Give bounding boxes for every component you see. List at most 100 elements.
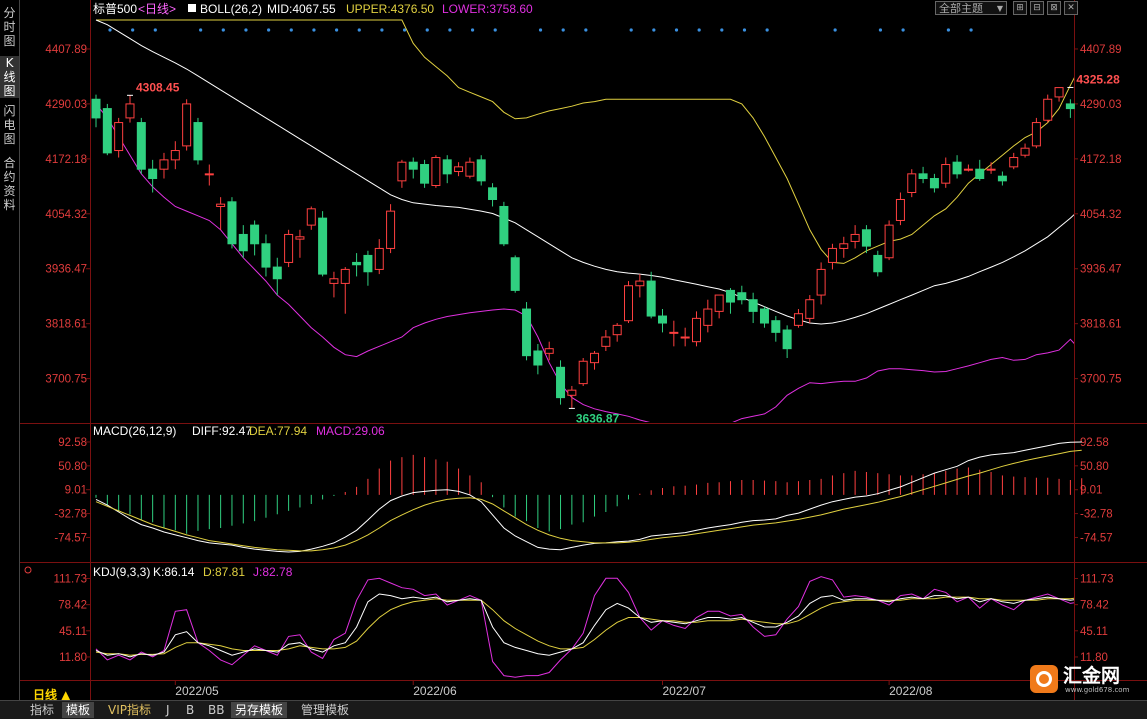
indicator-toggle-icon[interactable] (188, 4, 196, 12)
candle-up (839, 243, 849, 249)
candle-down (420, 164, 430, 184)
layout-tool-icon[interactable]: ⊠ (1047, 1, 1061, 15)
candle-down (91, 98, 101, 119)
kdj-d-value: D:87.81 (203, 565, 245, 579)
candle-up (884, 224, 894, 259)
signal-dot (312, 28, 316, 32)
macd-y-tick-left: -74.57 (54, 532, 87, 544)
signal-dot (561, 28, 565, 32)
kdj-lines (95, 576, 1074, 678)
candle-down (873, 254, 883, 273)
price-y-tick-left: 3700.75 (45, 374, 87, 386)
candle-down (759, 308, 769, 324)
chart-area[interactable]: 标普500 <日线> BOLL(26,2) MID:4067.55 UPPER:… (0, 0, 1147, 700)
signal-dot (199, 28, 203, 32)
boll-lines (95, 19, 1074, 422)
candle-down (522, 308, 532, 357)
candle-down (952, 161, 962, 175)
macd-y-tick-right: 50.80 (1080, 461, 1109, 473)
candle-up (703, 308, 713, 326)
candle-up (114, 122, 124, 152)
kdj-panel: 111.73 111.73 78.42 78.42 45.11 45.11 11.80 11.… (54, 573, 1113, 678)
signal-dot (901, 28, 905, 32)
macd-y-tick-left: 92.58 (58, 437, 87, 449)
candle-down (533, 350, 543, 366)
signal-dot (652, 28, 656, 32)
macd-y-tick-right: 9.01 (1080, 485, 1102, 497)
price-y-tick-left: 4172.18 (45, 154, 87, 166)
grid-tool-icon[interactable]: ⊞ (1013, 1, 1027, 15)
kdj-settings-icon[interactable] (24, 566, 32, 574)
logo: 汇金网 www.gold678.com (1030, 665, 1135, 694)
manage-templates-button[interactable]: 管理模板 (297, 702, 353, 718)
candle-down (929, 178, 939, 189)
recent-high-annotation: 4325.28 (1076, 72, 1120, 86)
candle-down (261, 243, 271, 268)
candle-up (397, 161, 407, 182)
date-tick-label: 2022/06 (413, 684, 457, 698)
candle-down (499, 205, 509, 245)
candle-down (725, 289, 735, 303)
candle-up (963, 168, 973, 171)
price-y-tick-right: 3700.75 (1080, 374, 1122, 386)
candle-down (918, 173, 928, 180)
candle-down (442, 159, 452, 175)
kdj-j-line (95, 576, 1074, 678)
tab-indicators[interactable]: 指标 (26, 702, 58, 718)
boll-mid-line (95, 19, 1074, 325)
price-y-tick-right: 4290.03 (1080, 99, 1122, 111)
signal-dot (380, 28, 384, 32)
kdj-y-tick-left: 111.73 (54, 573, 87, 585)
candle-up (284, 233, 294, 263)
signal-dot (335, 28, 339, 32)
kdj-y-tick-right: 111.73 (1080, 573, 1113, 585)
save-template-button[interactable]: 另存模板 (231, 702, 288, 718)
candle-up (624, 285, 634, 322)
signal-dot (969, 28, 973, 32)
candle-down (318, 217, 328, 275)
logo-icon (1030, 665, 1058, 693)
kdj-y-tick-right: 78.42 (1080, 600, 1109, 612)
theme-dropdown[interactable]: 全部主题 ▼ (935, 1, 1007, 15)
date-tick-label: 2022/07 (663, 684, 707, 698)
candle-down (975, 168, 985, 180)
macd-macd-value: MACD:29.06 (316, 424, 385, 438)
boll-lower-value: LOWER:3758.60 (442, 2, 533, 16)
tab-j[interactable]: J (162, 702, 174, 718)
candle-up (431, 157, 441, 187)
candle-up (669, 331, 679, 334)
candle-down (352, 261, 362, 266)
candle-up (850, 233, 860, 242)
candle-up (306, 208, 316, 226)
tab-bb[interactable]: BB (204, 702, 228, 718)
signal-dot (493, 28, 497, 32)
candle-down (646, 280, 656, 317)
close-icon[interactable]: ✕ (1064, 1, 1078, 15)
candle-up (680, 336, 690, 339)
candle-down (250, 224, 260, 245)
candle-up (827, 247, 837, 263)
candle-up (612, 324, 622, 336)
bottom-toolbar: 指标 模板 VIP指标 J B BB 另存模板 管理模板 (0, 700, 1147, 719)
candle-down (861, 229, 871, 247)
signal-dot (221, 28, 225, 32)
tab-templates[interactable]: 模板 (62, 702, 95, 718)
date-tick-label: 2022/05 (175, 684, 219, 698)
candle-up (805, 299, 815, 319)
tab-b[interactable]: B (182, 702, 198, 718)
candle-down (136, 122, 146, 170)
boll-mid-value: MID:4067.55 (267, 2, 336, 16)
signal-dot (720, 28, 724, 32)
signal-dot (289, 28, 293, 32)
kdj-d-line (95, 596, 1074, 656)
candle-down (102, 108, 112, 154)
tab-vip-indicators[interactable]: VIP指标 (104, 702, 155, 718)
candle-down (238, 233, 248, 252)
candle-up (986, 168, 996, 171)
candle-up (714, 294, 724, 312)
candle-down (997, 175, 1007, 182)
price-y-tick-right: 4172.18 (1080, 154, 1122, 166)
kdj-y-tick-left: 45.11 (59, 626, 87, 638)
signal-dot (629, 28, 633, 32)
minimize-tool-icon[interactable]: ⊟ (1030, 1, 1044, 15)
